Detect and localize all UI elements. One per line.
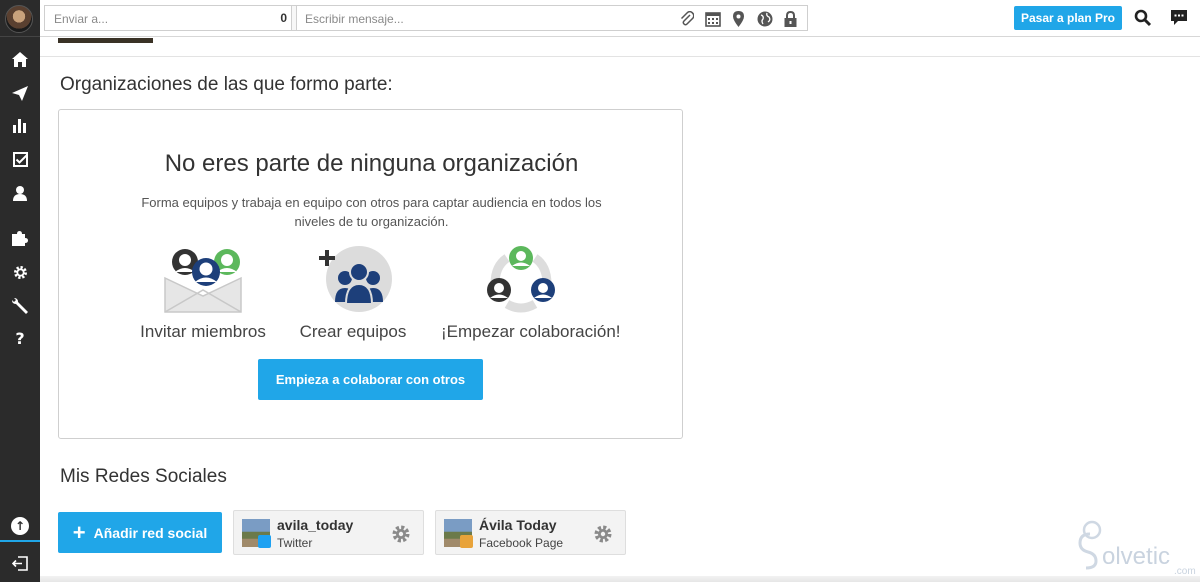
attachment-icon[interactable] — [678, 10, 695, 27]
feature-label-collaboration: ¡Empezar colaboración! — [441, 322, 621, 341]
location-icon[interactable] — [730, 10, 747, 27]
solvetic-watermark-logo: olvetic .com — [1068, 516, 1198, 577]
social-account-card-facebook[interactable]: Ávila Today Facebook Page — [435, 510, 626, 555]
account-name: Ávila Today — [479, 517, 557, 533]
send-icon[interactable] — [8, 82, 32, 104]
message-input[interactable]: Escribir mensaje... — [296, 5, 808, 31]
globe-icon[interactable] — [756, 10, 773, 27]
plus-icon: + — [72, 519, 86, 545]
left-sidebar: ? ↑ — [0, 0, 40, 582]
collaboration-icon — [481, 244, 561, 314]
feature-label-invite: Invitar miembros — [140, 322, 266, 341]
user-avatar[interactable] — [5, 5, 33, 33]
twitter-icon — [258, 535, 271, 548]
invite-members-icon — [163, 244, 243, 314]
feature-create-teams: Crear equipos — [273, 244, 433, 342]
organizations-empty-card: No eres parte de ninguna organización Fo… — [58, 109, 683, 439]
gear-icon[interactable] — [593, 524, 613, 544]
feature-label-teams: Crear equipos — [299, 322, 407, 341]
upgrade-button[interactable]: ↑ — [0, 512, 40, 542]
home-icon[interactable] — [8, 48, 32, 70]
contacts-icon[interactable] — [8, 182, 32, 204]
account-type: Facebook Page — [479, 536, 564, 550]
organizations-heading: Organizaciones de las que formo parte: — [60, 74, 393, 95]
social-networks-heading: Mis Redes Sociales — [60, 466, 227, 487]
composer-tools — [678, 10, 799, 27]
sidebar-divider — [0, 36, 40, 37]
facebook-page-icon — [460, 535, 473, 548]
recipient-count: 0 — [280, 11, 287, 25]
top-bar: Enviar a... 0 Escribir mensaje... Pasar … — [40, 0, 1200, 37]
tools-icon[interactable] — [8, 295, 32, 317]
svg-text:.com: .com — [1174, 566, 1196, 576]
empty-state-description: Forma equipos y trabaja en equipo con ot… — [141, 195, 602, 229]
arrow-up-icon: ↑ — [11, 517, 29, 535]
send-to-input[interactable]: Enviar a... 0 — [44, 5, 292, 31]
cover-image-edge — [58, 38, 153, 43]
lock-icon[interactable] — [782, 10, 799, 27]
bottom-edge — [40, 576, 1200, 582]
logout-icon — [12, 555, 28, 571]
feature-invite-members: Invitar miembros — [123, 244, 283, 342]
upgrade-pro-button[interactable]: Pasar a plan Pro — [1014, 6, 1122, 30]
message-placeholder: Escribir mensaje... — [305, 12, 404, 26]
svg-text:olvetic: olvetic — [1102, 543, 1170, 570]
start-collaborating-button[interactable]: Empieza a colaborar con otros — [258, 359, 483, 400]
empty-state-title: No eres parte de ninguna organización — [164, 150, 579, 177]
main-content: Organizaciones de las que formo parte: N… — [40, 38, 1200, 582]
chat-icon[interactable] — [1170, 9, 1190, 27]
tasks-icon[interactable] — [8, 148, 32, 170]
calendar-icon[interactable] — [704, 10, 721, 27]
social-account-card-twitter[interactable]: avila_today Twitter — [233, 510, 424, 555]
add-social-network-button[interactable]: + Añadir red social — [58, 512, 222, 553]
search-icon[interactable] — [1134, 9, 1152, 27]
settings-icon[interactable] — [8, 261, 32, 283]
apps-icon[interactable] — [8, 227, 32, 249]
gear-icon[interactable] — [391, 524, 411, 544]
section-divider — [40, 56, 1200, 57]
analytics-icon[interactable] — [8, 115, 32, 137]
feature-start-collaboration: ¡Empezar colaboración! — [441, 244, 621, 342]
add-social-network-label: Añadir red social — [93, 524, 208, 541]
account-name: avila_today — [277, 517, 354, 533]
help-icon[interactable]: ? — [8, 327, 32, 349]
logout-button[interactable] — [0, 548, 40, 578]
create-teams-icon — [313, 244, 393, 314]
send-to-placeholder: Enviar a... — [54, 12, 109, 26]
account-type: Twitter — [277, 536, 313, 550]
